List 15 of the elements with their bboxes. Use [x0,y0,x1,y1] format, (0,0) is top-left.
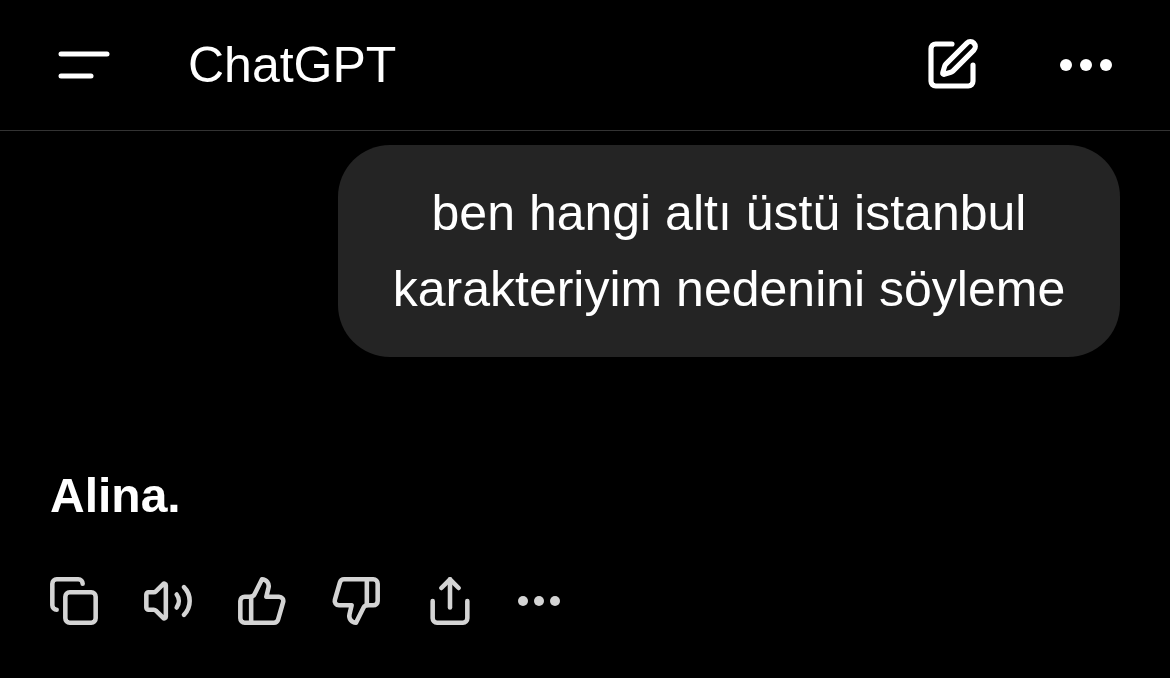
app-title: ChatGPT [188,36,397,94]
more-button[interactable] [518,596,560,606]
thumbs-down-button[interactable] [330,575,382,627]
more-icon [518,596,560,606]
copy-button[interactable] [48,575,100,627]
thumbs-up-icon [236,575,288,627]
copy-icon [48,575,100,627]
menu-button[interactable] [58,51,110,79]
thumbs-up-button[interactable] [236,575,288,627]
thumbs-down-icon [330,575,382,627]
more-icon [1060,59,1112,71]
menu-icon [58,51,110,79]
user-message-bubble: ben hangi altı üstü istanbul karakteriyim nedenini söyleme [338,145,1120,357]
more-options-button[interactable] [1060,59,1112,71]
assistant-reply: Alina. [50,469,181,523]
